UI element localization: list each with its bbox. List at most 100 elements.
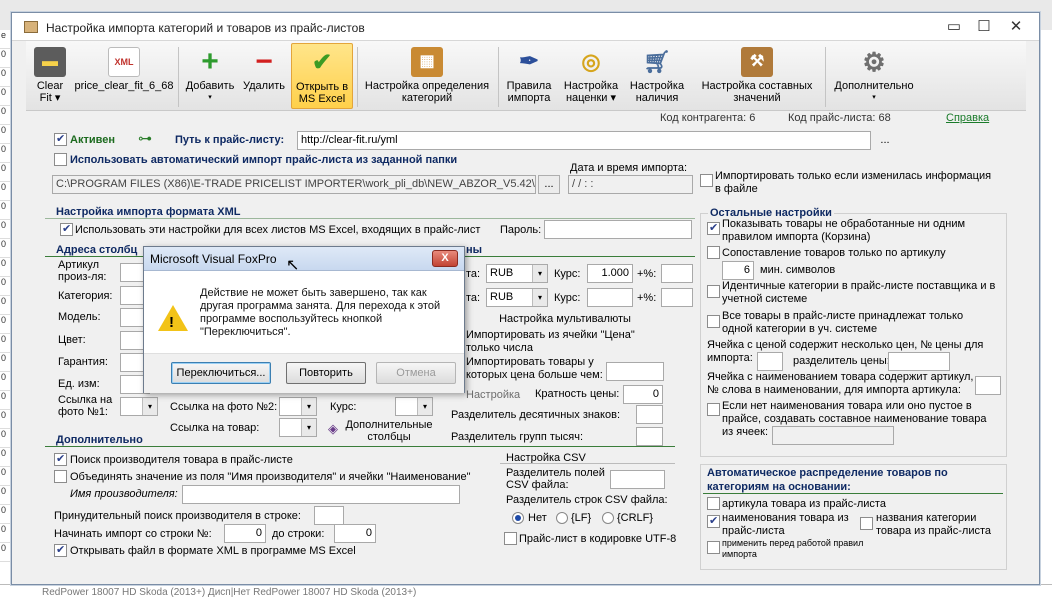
multi-price-input[interactable]: [757, 352, 783, 371]
start-row-input[interactable]: 0: [224, 524, 266, 543]
min-chars-input[interactable]: 6: [722, 261, 754, 280]
to-row-input[interactable]: 0: [334, 524, 376, 543]
settings-short-label[interactable]: Настройка: [466, 389, 520, 401]
search-vendor-checkbox[interactable]: [54, 452, 67, 466]
rate1-input[interactable]: 1.000: [587, 264, 633, 283]
utf8-label: Прайс-лист в кодировке UTF-8: [519, 533, 677, 545]
csv-row-sep-crlf-radio[interactable]: [602, 512, 614, 524]
path-browse-button[interactable]: ...: [874, 131, 896, 150]
vendor-name-input[interactable]: [182, 485, 460, 504]
toolbar-composite-values-button[interactable]: ⚒ Настройка составных значений: [692, 43, 822, 109]
chevron-down-icon: ▾: [417, 398, 432, 415]
price-sep-label: разделитель цены:: [793, 355, 890, 367]
name-article-input[interactable]: [975, 376, 1001, 395]
toolbar: ▬ Clear Fit ▾ XML price_clear_fit_6_68 +…: [26, 41, 1026, 111]
multiplicity-input[interactable]: 0: [623, 385, 663, 404]
compose-name-checkbox[interactable]: [707, 403, 720, 416]
toolbar-price-file-button[interactable]: XML price_clear_fit_6_68: [74, 43, 174, 109]
decimal-sep-input[interactable]: [636, 405, 663, 424]
csv-row-sep-lf-radio[interactable]: [556, 512, 568, 524]
csv-row-sep-none-radio[interactable]: [512, 512, 524, 524]
cart-icon: 🛒︎: [643, 49, 671, 74]
extra-columns-button[interactable]: Дополнительные столбцы: [343, 419, 435, 443]
toolbar-open-excel-button[interactable]: ✔ Открыть в MS Excel: [291, 43, 353, 109]
import-goods-price-label: Импортировать товары у которых цена боль…: [466, 356, 603, 381]
toolbar-label: ▾: [208, 94, 212, 101]
toolbar-add-button[interactable]: + Добавить ▾: [182, 43, 238, 109]
price-sep-input[interactable]: [888, 352, 950, 371]
compose-name-input[interactable]: [772, 426, 894, 445]
course-dropdown[interactable]: ▾: [395, 397, 433, 416]
group-sep-input[interactable]: [636, 427, 663, 446]
only-changed-checkbox[interactable]: [700, 174, 713, 187]
category-label: Категория:: [58, 290, 113, 302]
help-link[interactable]: Справка: [946, 112, 989, 124]
autodist-header: Автоматическое распределение товаров по …: [707, 466, 957, 494]
toolbar-label: Настройка составных: [701, 80, 813, 92]
folder-input[interactable]: C:\PROGRAM FILES (X86)\E-TRADE PRICELIST…: [52, 175, 536, 194]
toolbar-additional-button[interactable]: ⚙ Дополнительно ▾: [828, 43, 920, 109]
toolbar-clear-fit-button[interactable]: ▬ Clear Fit ▾: [30, 43, 70, 109]
currency2-dropdown[interactable]: RUB ▾: [486, 288, 548, 307]
photo2-dropdown[interactable]: ▾: [279, 397, 317, 416]
toolbar-label: импорта: [507, 92, 551, 104]
autodist-article-checkbox[interactable]: [707, 497, 720, 510]
window-title: Настройка импорта категорий и товаров из…: [46, 21, 365, 35]
percent1-input[interactable]: [661, 264, 693, 283]
dialog-close-button[interactable]: X: [432, 250, 458, 267]
show-unprocessed-checkbox[interactable]: [707, 221, 720, 235]
minimize-button[interactable]: ▭: [939, 16, 969, 38]
retry-button[interactable]: Повторить: [286, 362, 366, 384]
cancel-button[interactable]: Отмена: [376, 362, 456, 384]
open-excel-checkbox[interactable]: [54, 543, 67, 557]
toolbar-import-rules-button[interactable]: ✒ Правила импорта: [502, 43, 556, 109]
switch-button[interactable]: Переключиться...: [171, 362, 271, 384]
all-sheets-checkbox[interactable]: [60, 222, 73, 236]
photo1-dropdown[interactable]: ▾: [120, 397, 158, 416]
toolbar-markup-button[interactable]: ◎ Настройка наценки ▾: [560, 43, 622, 109]
csv-row-sep-label: Разделитель строк CSV файла:: [506, 494, 668, 506]
rate1-label: Курс:: [554, 268, 581, 280]
percent2-input[interactable]: [661, 288, 693, 307]
toolbar-category-settings-button[interactable]: ▦ Настройка определения категорий: [360, 43, 494, 109]
currency-label: та:: [466, 268, 481, 280]
all-one-cat-checkbox[interactable]: [707, 315, 720, 328]
min-price-input[interactable]: [606, 362, 664, 381]
match-article-checkbox[interactable]: [707, 246, 720, 259]
chevron-down-icon: ▾: [532, 289, 547, 306]
name-article-label: Ячейка с наименованием товара содержит а…: [707, 371, 974, 396]
active-checkbox[interactable]: [54, 132, 67, 146]
multicurrency-button[interactable]: Настройка мультивалюты: [465, 310, 665, 329]
merge-value-checkbox[interactable]: [54, 470, 67, 483]
link-goods-dropdown[interactable]: ▾: [279, 418, 317, 437]
csv-field-sep-input[interactable]: [610, 470, 665, 489]
password-input[interactable]: [544, 220, 692, 239]
apply-before-checkbox[interactable]: [707, 541, 720, 554]
background-row-text: RedPower 18007 HD Skoda (2013+) Дисп|Нет…: [42, 587, 417, 598]
percent1-label: +%:: [637, 268, 657, 280]
csv-row-sep-lf-label: {LF}: [571, 512, 592, 524]
autodist-cat-name-checkbox[interactable]: [860, 517, 873, 530]
autodist-goods-name-checkbox[interactable]: [707, 514, 720, 528]
utf8-checkbox[interactable]: [504, 532, 517, 545]
chevron-down-icon: ▾: [532, 265, 547, 282]
auto-import-checkbox[interactable]: [54, 153, 67, 166]
toolbar-delete-button[interactable]: − Удалить: [240, 43, 288, 109]
toolbar-label: Настройка: [563, 80, 619, 92]
path-input[interactable]: http://clear-fit.ru/yml: [297, 131, 871, 150]
datetime-input[interactable]: / / : :: [568, 175, 693, 194]
currency1-dropdown[interactable]: RUB ▾: [486, 264, 548, 283]
forced-search-input[interactable]: [314, 506, 344, 525]
maximize-button[interactable]: ☐: [969, 16, 999, 38]
identical-cats-label: Идентичные категории в прайс-листе поста…: [722, 280, 996, 305]
wrench-icon: ⚒: [741, 47, 773, 77]
identical-cats-checkbox[interactable]: [707, 285, 720, 298]
start-row-label: Начинать импорт со строки №:: [54, 528, 212, 540]
folder-browse-button[interactable]: ...: [538, 175, 560, 194]
rate2-input[interactable]: [587, 288, 633, 307]
toolbar-availability-button[interactable]: 🛒︎ Настройка наличия: [626, 43, 688, 109]
toolbar-label: price_clear_fit_6_68: [74, 80, 174, 92]
vendor-name-label: Имя производителя:: [70, 488, 178, 500]
coins-icon: ◎: [581, 49, 601, 74]
close-button[interactable]: ✕: [1001, 16, 1031, 38]
